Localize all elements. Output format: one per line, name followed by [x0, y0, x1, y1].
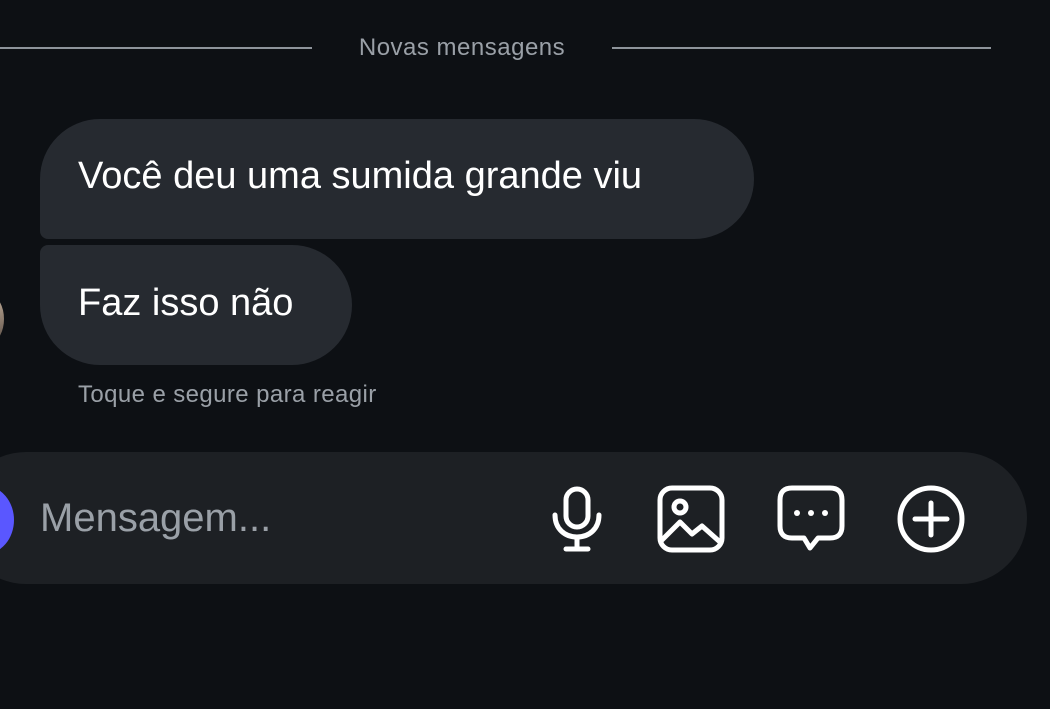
message-input[interactable] [40, 490, 500, 546]
message-bubble[interactable]: Você deu uma sumida grande viu [40, 119, 754, 239]
message-text: Você deu uma sumida grande viu [78, 155, 643, 197]
reaction-hint: Toque e segure para reagir [78, 381, 377, 408]
image-icon [657, 485, 725, 553]
image-button[interactable] [653, 481, 729, 557]
divider-line-left [0, 47, 312, 49]
new-messages-divider: Novas mensagens [0, 28, 1050, 68]
sender-avatar[interactable] [0, 296, 4, 342]
add-circle-icon [897, 485, 965, 553]
add-button[interactable] [893, 481, 969, 557]
chat-bubble-icon [777, 485, 845, 551]
microphone-button[interactable] [539, 481, 615, 557]
message-bubble[interactable]: Faz isso não [40, 245, 352, 365]
divider-line-right [612, 47, 991, 49]
message-text: Faz isso não [78, 282, 294, 324]
new-messages-label: Novas mensagens [358, 34, 566, 61]
chat-options-button[interactable] [773, 481, 849, 557]
microphone-icon [552, 486, 602, 552]
